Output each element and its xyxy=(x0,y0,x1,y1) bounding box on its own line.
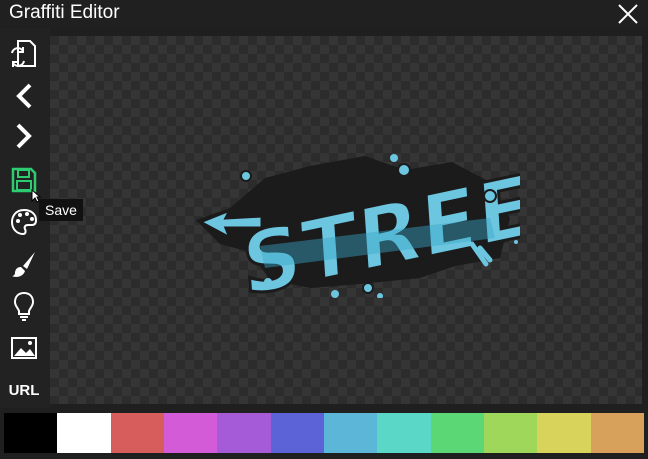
palette-icon xyxy=(10,208,38,236)
graffiti-artwork: STREET xyxy=(196,148,520,298)
title-bar: Graffiti Editor xyxy=(0,0,648,28)
color-swatch[interactable] xyxy=(57,413,111,453)
color-swatch[interactable] xyxy=(537,413,591,453)
color-swatch[interactable] xyxy=(377,413,431,453)
redo-icon xyxy=(16,123,32,149)
color-palette xyxy=(4,413,644,453)
close-icon xyxy=(618,4,638,24)
color-swatch[interactable] xyxy=(4,413,58,453)
save-tooltip: Save xyxy=(39,199,83,221)
close-button[interactable] xyxy=(616,2,640,26)
color-swatch[interactable] xyxy=(270,413,324,453)
url-button[interactable]: URL xyxy=(7,374,41,406)
undo-button[interactable] xyxy=(8,80,40,112)
window-title: Graffiti Editor xyxy=(9,2,120,23)
color-swatch[interactable] xyxy=(323,413,378,453)
brush-button[interactable] xyxy=(8,248,40,280)
color-swatch[interactable] xyxy=(163,413,218,453)
lightbulb-icon xyxy=(13,291,35,321)
redo-button[interactable] xyxy=(8,120,40,152)
image-icon xyxy=(11,337,37,359)
image-button[interactable] xyxy=(8,332,40,364)
lightbulb-button[interactable] xyxy=(8,290,40,322)
color-swatch[interactable] xyxy=(483,413,538,453)
color-swatch[interactable] xyxy=(110,413,164,453)
brush-icon xyxy=(12,252,35,277)
color-swatch[interactable] xyxy=(217,413,271,453)
swap-canvas-icon xyxy=(11,40,36,67)
swap-canvas-button[interactable] xyxy=(8,38,40,70)
drawing-canvas[interactable]: STREET xyxy=(50,36,642,404)
color-swatch[interactable] xyxy=(430,413,484,453)
palette-button[interactable] xyxy=(8,206,40,238)
color-swatch[interactable] xyxy=(590,413,644,453)
undo-icon xyxy=(16,83,32,109)
